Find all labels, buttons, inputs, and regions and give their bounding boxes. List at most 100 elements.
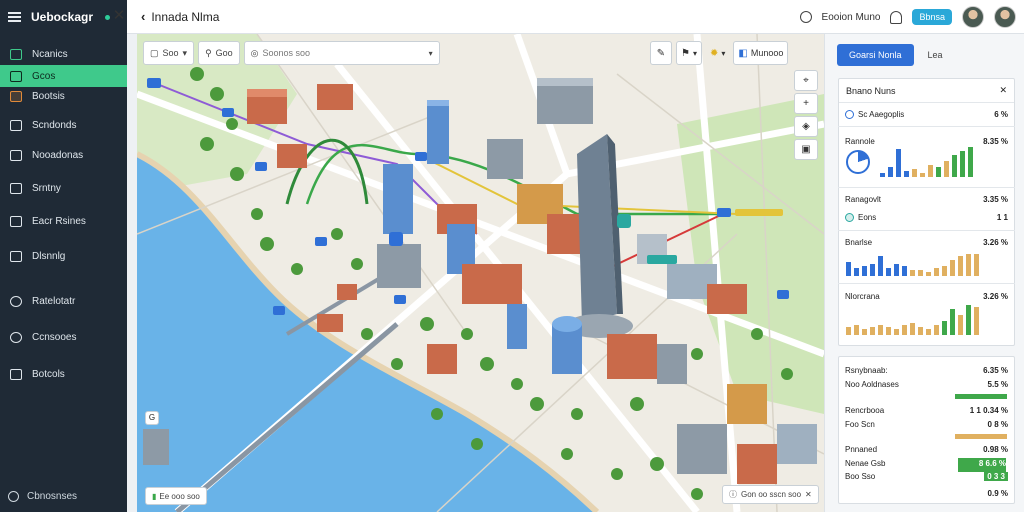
stat-icon (845, 213, 854, 222)
sidebar-item-label: Ccnsooes (32, 331, 77, 343)
summary-label: Rsnybnaab: (845, 366, 888, 375)
back-chevron-icon[interactable]: ‹ (141, 9, 145, 24)
pin-icon (10, 331, 22, 343)
map-scale-label: Ee ooo soo (159, 491, 200, 501)
chevron-down-icon: ▾ (721, 48, 726, 58)
progress-bar (955, 434, 1007, 439)
layer-select-label: Soo (162, 48, 179, 58)
summary-row-8: 0.9 % (845, 489, 1008, 498)
bar-chart-2 (846, 252, 979, 276)
square-icon: ▢ (150, 47, 159, 58)
timer-icon[interactable] (799, 11, 812, 23)
stat-value: 3.26 % (983, 292, 1008, 301)
sidebar-footer[interactable]: Cbnosnses (8, 491, 77, 502)
divider (838, 230, 1015, 231)
summary-value: 0.9 % (987, 489, 1008, 498)
stat-label: Sc Aaegoplis (858, 110, 905, 119)
top-bar-actions: Eooion Muno Bbnsa (799, 0, 1024, 34)
map-canvas[interactable] (137, 34, 824, 512)
sidebar-item-9[interactable]: Ccnsooes (0, 326, 127, 348)
avatar-secondary[interactable] (994, 6, 1016, 28)
layer-select[interactable]: ▢ Soo ▾ (143, 41, 195, 65)
summary-row-5: Pnnaned 0.98 % (845, 445, 1008, 454)
sidebar-item-3[interactable]: Scndonds (0, 114, 127, 136)
stats-card-header: Bnano Nuns ✕ (839, 79, 1014, 103)
layers-button-label: Munooo (750, 48, 784, 58)
sidebar-item-10[interactable]: Botcols (0, 363, 127, 385)
sidebar-item-5[interactable]: Srntny (0, 177, 127, 199)
filter-button[interactable]: ⚲ Goo (198, 41, 240, 65)
chevron-down-icon: ▾ (428, 48, 433, 58)
brand-name: Uebockagr (31, 10, 94, 24)
sidebar-item-label: Scndonds (32, 119, 77, 131)
sidebar-item-4[interactable]: Nooadonas (0, 144, 127, 166)
search-icon: ◎ (250, 47, 259, 58)
sidebar-item-2[interactable]: Bootsis (0, 85, 127, 107)
avatar[interactable] (962, 6, 984, 28)
summary-row-3: Rencrbooa 1 1 0.34 % (845, 406, 1008, 415)
summary-row-4: Foo Scn 0 8 % (845, 420, 1008, 429)
hamburger-menu-icon[interactable] (8, 12, 21, 22)
settings-icon (10, 368, 22, 380)
sidebar-footer-label: Cbnosnses (27, 491, 78, 502)
sidebar-item-7[interactable]: Dlsnnlg (0, 245, 127, 267)
tab-inactive[interactable]: Lea (924, 44, 947, 66)
flag-tool-button[interactable]: ⚑ ▾ (676, 41, 702, 65)
sidebar-header: Uebockagr (0, 0, 127, 34)
bar-chart-3 (846, 305, 979, 335)
bar-chart-1 (880, 145, 973, 177)
stat-row-1: Sc Aaegoplis 6 % (845, 110, 1008, 119)
summary-card (838, 356, 1015, 504)
weather-button[interactable]: ✹ ▾ (706, 41, 729, 65)
map-attribution-label: Gon oo sscn soo (741, 490, 802, 499)
divider (838, 126, 1015, 127)
layers-button[interactable]: ◧ Munooo (733, 41, 789, 65)
info-icon: ⓘ (729, 490, 737, 499)
scale-icon: ▮ (152, 491, 157, 501)
bell-icon[interactable] (890, 10, 903, 24)
map-search-input[interactable]: ◎ Soonos soo ▾ (243, 41, 440, 65)
tab-active[interactable]: Goarsi Nonla (837, 44, 914, 66)
sidebar-item-label: Eacr Rsines (32, 215, 86, 227)
compass-button[interactable]: ◈ (794, 116, 818, 137)
layers-icon (10, 90, 22, 102)
top-badge-button[interactable]: Bbnsa (912, 9, 952, 25)
panel-tabs: Goarsi Nonla Lea (837, 44, 947, 66)
help-icon (8, 491, 19, 502)
stat-value: 3.35 % (983, 195, 1008, 204)
close-icon[interactable]: ✕ (112, 8, 126, 24)
summary-label: Pnnaned (845, 445, 878, 454)
summary-row-7: Boo Sso 0 3 3 (845, 472, 1008, 481)
summary-value-text: 0 3 3 (984, 472, 1008, 481)
map-marker[interactable]: G (145, 411, 159, 425)
sidebar-item-label: Srntny (32, 182, 61, 194)
stat-row-4: Eons 1 1 (845, 213, 1008, 222)
stat-row-5: Bnarlse 3.26 % (845, 238, 1008, 247)
sidebar-item-label: Dlsnnlg (32, 250, 66, 262)
sidebar-item-8[interactable]: Ratelotatr (0, 290, 127, 312)
page-title: ‹ Innada Nlma (141, 9, 219, 24)
sidebar-item-label: Nooadonas (32, 149, 84, 161)
locate-button[interactable]: ⌖ (794, 70, 818, 91)
user-label[interactable]: Eooion Muno (822, 12, 881, 23)
close-icon[interactable]: ✕ (999, 85, 1007, 96)
divider (838, 283, 1015, 284)
sidebar-item-6[interactable]: Eacr Rsines (0, 210, 127, 232)
sidebar-item-0[interactable]: Ncanics (0, 43, 127, 65)
draw-tool-button[interactable]: ✎ (650, 41, 672, 65)
lock-button[interactable]: ▣ (794, 139, 818, 160)
chevron-down-icon: ▾ (182, 47, 188, 58)
page-title-text: Innada Nlma (151, 9, 220, 24)
pie-chart-icon (846, 150, 870, 174)
stat-value: 6 % (994, 110, 1008, 119)
sidebar-item-1[interactable]: Gcos (0, 65, 127, 87)
close-icon[interactable]: ✕ (805, 490, 812, 499)
flag-icon: ⚑ (681, 47, 690, 59)
map-attribution[interactable]: ⓘ Gon oo sscn soo ✕ (722, 485, 819, 504)
filter-icon: ⚲ (205, 47, 212, 58)
sidebar: Uebockagr Ncanics Gcos Bootsis Scndonds … (0, 0, 127, 512)
zoom-in-button[interactable]: + (794, 93, 818, 114)
summary-label: Nenae Gsb (845, 459, 886, 468)
stats-card-title: Bnano Nuns (846, 85, 896, 96)
stat-icon (845, 110, 854, 119)
